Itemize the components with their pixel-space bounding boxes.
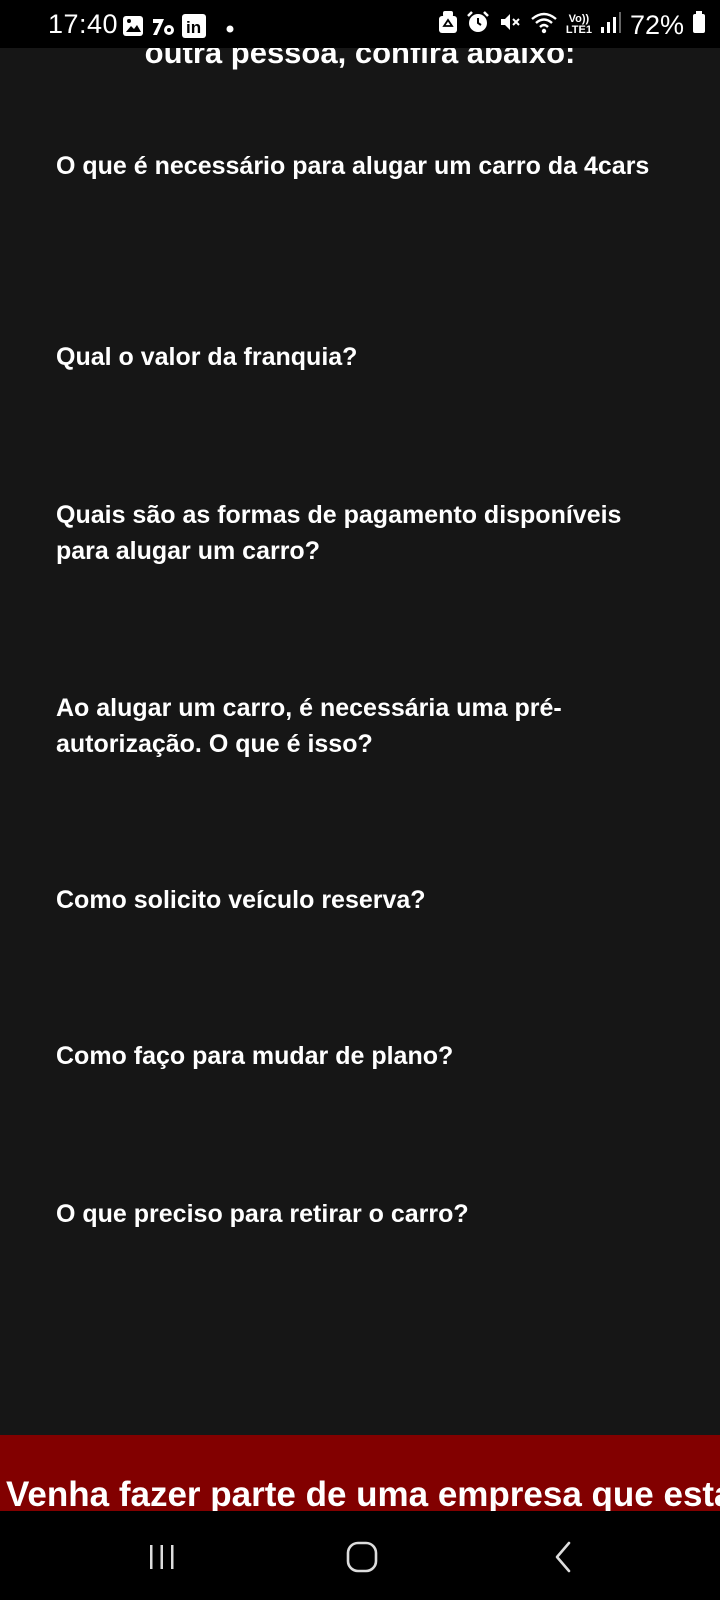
faq-item-payment-methods[interactable]: Quais são as formas de pagamento disponí… bbox=[56, 497, 656, 569]
faq-item-reserve-vehicle[interactable]: Como solicito veículo reserva? bbox=[56, 882, 656, 918]
status-bar: 17:40 in Vo)) LTE1 72% bbox=[0, 0, 720, 48]
faq-item-change-plan[interactable]: Como faço para mudar de plano? bbox=[56, 1038, 656, 1074]
gallery-icon bbox=[122, 15, 144, 42]
intro-text: outra pessoa, confira abaixo: bbox=[144, 48, 576, 70]
battery-icon bbox=[692, 10, 706, 39]
mute-icon bbox=[498, 10, 522, 39]
recent-apps-icon[interactable] bbox=[140, 1535, 184, 1579]
home-icon[interactable] bbox=[340, 1535, 384, 1579]
linkedin-icon: in bbox=[182, 14, 206, 43]
battery-percent: 72% bbox=[629, 9, 684, 40]
faq-item-requirements[interactable]: O que é necessário para alugar um carro … bbox=[56, 148, 656, 184]
linkedin-logo-text: in bbox=[186, 18, 201, 37]
lte-label: LTE1 bbox=[565, 23, 592, 36]
faq-item-franchise-value[interactable]: Qual o valor da franquia? bbox=[56, 339, 656, 375]
app-notification-icon bbox=[150, 15, 176, 42]
faq-item-pickup-car[interactable]: O que preciso para retirar o carro? bbox=[56, 1196, 656, 1232]
navigation-bar bbox=[0, 1511, 720, 1600]
back-icon[interactable] bbox=[542, 1535, 586, 1579]
alarm-icon bbox=[466, 10, 490, 39]
volte-label: Vo)) bbox=[568, 12, 590, 25]
cta-banner: Venha fazer parte de uma empresa que est… bbox=[0, 1435, 720, 1511]
status-system-icons: Vo)) LTE1 72% bbox=[438, 10, 706, 39]
cta-text: Venha fazer parte de uma empresa que est… bbox=[6, 1475, 720, 1511]
notification-dot-icon bbox=[226, 20, 234, 38]
faq-content[interactable]: outra pessoa, confira abaixo: O que é ne… bbox=[0, 48, 720, 1435]
signal-icon bbox=[600, 10, 622, 39]
recycle-icon bbox=[438, 10, 458, 39]
volte-lte-icon: Vo)) LTE1 bbox=[565, 12, 592, 36]
wifi-icon bbox=[530, 10, 558, 39]
faq-item-pre-authorization[interactable]: Ao alugar um carro, é necessária uma pré… bbox=[56, 690, 656, 762]
status-notification-icons: in bbox=[122, 14, 234, 43]
status-time: 17:40 bbox=[48, 9, 119, 39]
